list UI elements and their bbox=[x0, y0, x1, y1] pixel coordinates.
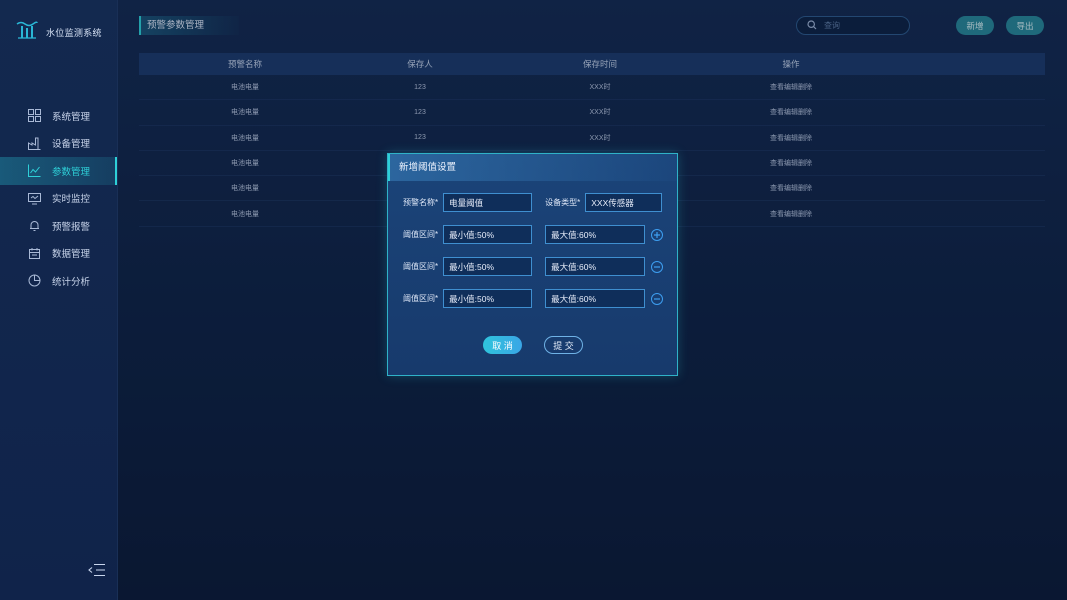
remove-range-icon[interactable] bbox=[651, 260, 664, 273]
sidebar-item-alarm[interactable]: 预警报警 bbox=[0, 212, 117, 240]
threshold-range-label: 阈值区间* bbox=[403, 294, 439, 303]
sidebar-item-params[interactable]: 参数管理 bbox=[0, 157, 117, 185]
sidebar-item-system[interactable]: 系统管理 bbox=[0, 102, 117, 130]
cancel-button[interactable]: 取 消 bbox=[483, 336, 522, 354]
add-range-icon[interactable] bbox=[651, 228, 664, 241]
remove-range-icon[interactable] bbox=[651, 292, 664, 305]
sidebar-item-label: 数据管理 bbox=[52, 249, 91, 261]
threshold-range-row: 阈值区间* bbox=[403, 225, 664, 244]
submit-button[interactable]: 提 交 bbox=[544, 336, 583, 354]
sidebar-item-label: 参数管理 bbox=[52, 166, 91, 178]
sidebar-item-label: 设备管理 bbox=[52, 139, 91, 151]
sidebar-item-label: 实时监控 bbox=[52, 194, 91, 206]
dialog-title: 新增阈值设置 bbox=[388, 154, 677, 181]
collapse-menu-icon[interactable] bbox=[88, 563, 106, 582]
bell-icon bbox=[28, 219, 41, 232]
sidebar-item-label: 预警报警 bbox=[52, 221, 91, 233]
pie-chart-icon bbox=[28, 274, 41, 287]
threshold-range-row: 阈值区间* bbox=[403, 289, 664, 308]
sidebar-item-monitor[interactable]: 实时监控 bbox=[0, 185, 117, 213]
device-type-label: 设备类型* bbox=[545, 198, 581, 207]
sidebar-nav: 系统管理 设备管理 参数管理 实时监控 预警报警 数据管理 统计分析 bbox=[0, 102, 117, 295]
threshold-range-row: 阈值区间* bbox=[403, 257, 664, 276]
app-title: 水位监测系统 bbox=[46, 28, 102, 38]
grid-icon bbox=[28, 109, 41, 123]
threshold-range-label: 阈值区间* bbox=[403, 262, 439, 271]
max-value-field[interactable] bbox=[545, 257, 646, 276]
max-value-field[interactable] bbox=[545, 289, 646, 308]
warning-name-label: 预警名称* bbox=[403, 198, 439, 207]
brand: 水位监测系统 bbox=[16, 20, 102, 45]
warning-name-field[interactable] bbox=[443, 193, 533, 212]
sidebar-item-stats[interactable]: 统计分析 bbox=[0, 267, 117, 295]
sidebar-item-device[interactable]: 设备管理 bbox=[0, 130, 117, 158]
min-value-field[interactable] bbox=[443, 257, 533, 276]
min-value-field[interactable] bbox=[443, 225, 533, 244]
min-value-field[interactable] bbox=[443, 289, 533, 308]
calendar-icon bbox=[28, 247, 41, 260]
threshold-dialog: 新增阈值设置 预警名称* 设备类型* 阈值区间* 阈值区间* 阈值区间* 取 消… bbox=[387, 153, 678, 376]
sidebar-item-label: 统计分析 bbox=[52, 276, 91, 288]
sidebar: 水位监测系统 系统管理 设备管理 参数管理 实时监控 预警报警 数据管理 统计分… bbox=[0, 0, 118, 600]
water-level-logo-icon bbox=[16, 20, 38, 45]
sidebar-item-data[interactable]: 数据管理 bbox=[0, 240, 117, 268]
device-type-field[interactable] bbox=[585, 193, 663, 212]
factory-icon bbox=[28, 137, 41, 150]
chart-line-icon bbox=[28, 164, 41, 178]
monitor-icon bbox=[28, 192, 41, 205]
threshold-range-label: 阈值区间* bbox=[403, 230, 439, 239]
max-value-field[interactable] bbox=[545, 225, 646, 244]
form-row-basic: 预警名称* 设备类型* bbox=[403, 193, 663, 212]
sidebar-item-label: 系统管理 bbox=[52, 111, 91, 123]
